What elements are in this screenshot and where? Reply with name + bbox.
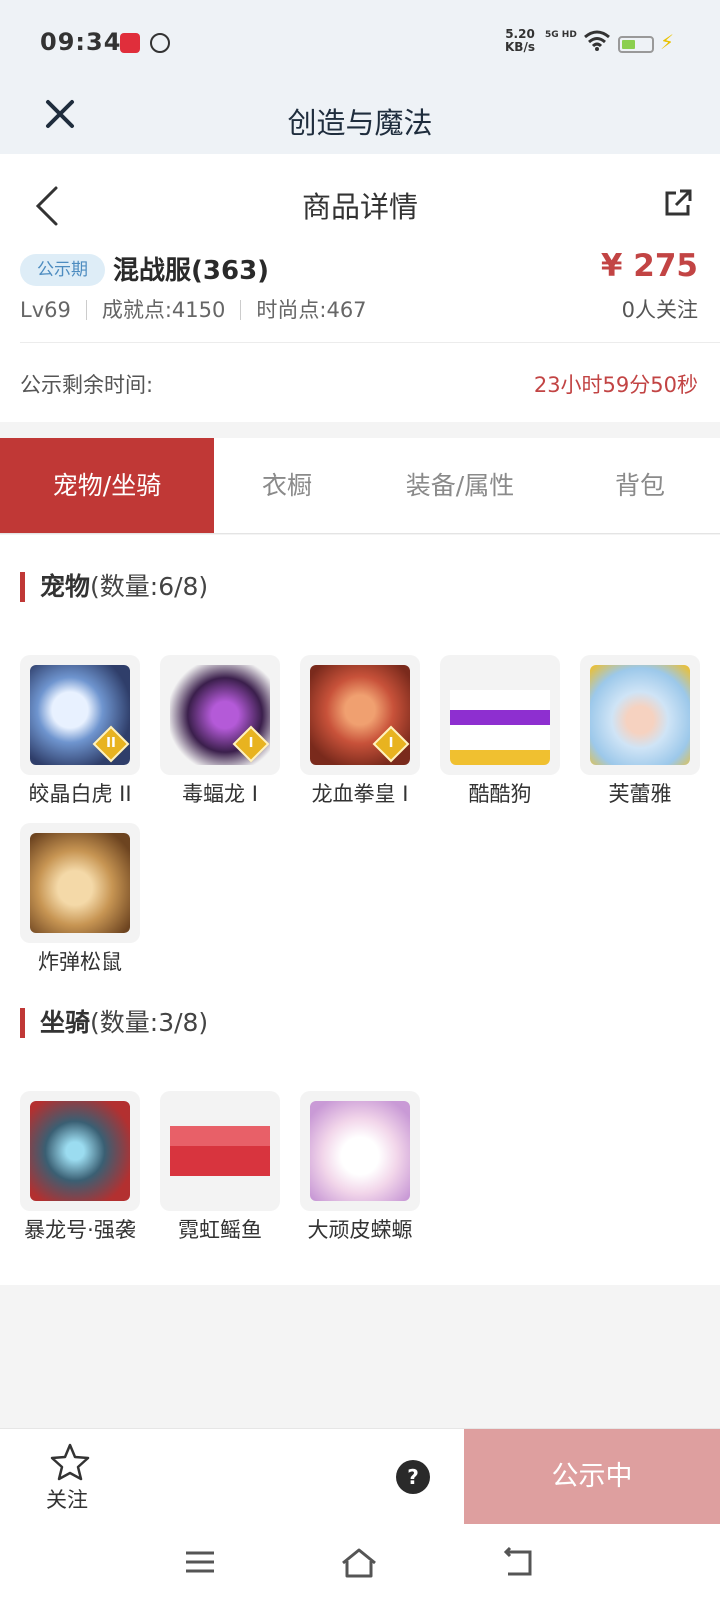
- follow-label[interactable]: 关注: [46, 1484, 88, 1514]
- tab-backpack[interactable]: 背包: [560, 438, 720, 533]
- action-bar: 关注 ? 公示中: [0, 1428, 720, 1525]
- mount-image: [310, 1101, 410, 1201]
- sync-icon: [150, 33, 170, 53]
- level: Lv69: [20, 298, 71, 322]
- status-button[interactable]: 公示中: [464, 1429, 720, 1525]
- pet-thumb: II: [20, 655, 140, 775]
- battery-icon: [618, 36, 654, 53]
- mount-card[interactable]: 大顽皮蝾螈: [300, 1091, 420, 1245]
- pet-thumb: [440, 655, 560, 775]
- mounts-section-title: 坐骑(数量:3/8): [20, 1008, 208, 1038]
- mount-name: 大顽皮蝾螈: [307, 1218, 413, 1242]
- webview-titlebar: 创造与魔法: [0, 80, 720, 154]
- page-title: 商品详情: [301, 190, 418, 224]
- account-meta: Lv69 成就点:4150 时尚点:467: [20, 294, 367, 324]
- system-nav-bar: [0, 1524, 720, 1608]
- help-icon[interactable]: ?: [396, 1460, 430, 1494]
- mount-card[interactable]: 暴龙号·强袭: [20, 1091, 140, 1245]
- mount-name: 暴龙号·强袭: [24, 1218, 136, 1242]
- status-bar: 09:34 5.20 KB/s 5G HD ⚡: [0, 0, 720, 80]
- price: ¥ 275: [600, 248, 698, 284]
- tab-pets-mounts[interactable]: 宠物/坐骑: [0, 438, 214, 533]
- pet-name: 酷酷狗: [468, 782, 532, 806]
- pet-name: 炸弹松鼠: [38, 950, 122, 974]
- tab-content: 宠物(数量:6/8) II 皎晶白虎 II I 毒蝠龙 I I 龙血拳皇 I 酷…: [0, 535, 720, 1285]
- pet-thumb: [580, 655, 700, 775]
- tab-bar: 宠物/坐骑 衣橱 装备/属性 背包: [0, 438, 720, 534]
- network-speed: 5.20 KB/s: [505, 28, 535, 54]
- achievement-points: 成就点:4150: [101, 298, 226, 322]
- pet-card[interactable]: I 毒蝠龙 I: [160, 655, 280, 809]
- pets-title: 宠物: [40, 572, 91, 601]
- charging-icon: ⚡: [660, 30, 675, 54]
- pet-name: 芙蕾雅: [608, 782, 672, 806]
- status-time: 09:34: [40, 28, 122, 56]
- divider: [85, 300, 87, 320]
- divider: [20, 342, 720, 343]
- star-icon[interactable]: [50, 1443, 90, 1481]
- pet-image: [450, 665, 550, 765]
- remaining-time-value: 23小时59分50秒: [533, 373, 698, 397]
- pet-card[interactable]: I 龙血拳皇 I: [300, 655, 420, 809]
- pet-card[interactable]: II 皎晶白虎 II: [20, 655, 140, 809]
- back-icon[interactable]: [502, 1546, 536, 1578]
- app-notification-icon: [120, 33, 140, 53]
- mount-name: 霓虹鳐鱼: [178, 1218, 262, 1242]
- pet-thumb: I: [300, 655, 420, 775]
- remaining-time-label: 公示剩余时间:: [20, 373, 154, 397]
- mounts-title: 坐骑: [40, 1008, 91, 1037]
- home-icon[interactable]: [340, 1546, 378, 1580]
- tab-wardrobe[interactable]: 衣橱: [214, 438, 360, 533]
- mounts-count: (数量:3/8): [90, 1008, 209, 1037]
- share-icon[interactable]: [662, 187, 694, 219]
- pet-image: [30, 833, 130, 933]
- pet-card[interactable]: 芙蕾雅: [580, 655, 700, 809]
- network-speed-unit: KB/s: [505, 40, 535, 54]
- mount-image: [30, 1101, 130, 1201]
- webview-title: 创造与魔法: [287, 106, 433, 140]
- pet-card[interactable]: 酷酷狗: [440, 655, 560, 809]
- mount-card[interactable]: 霓虹鳐鱼: [160, 1091, 280, 1245]
- mount-thumb: [160, 1091, 280, 1211]
- pets-section-title: 宠物(数量:6/8): [20, 572, 208, 602]
- pet-name: 皎晶白虎 II: [28, 782, 132, 806]
- pet-name: 毒蝠龙 I: [182, 782, 258, 806]
- fashion-points: 时尚点:467: [256, 298, 367, 322]
- pet-card[interactable]: 炸弹松鼠: [20, 823, 140, 977]
- network-type: 5G HD: [545, 30, 577, 40]
- pet-thumb: I: [160, 655, 280, 775]
- status-badge: 公示期: [20, 254, 105, 286]
- tab-equipment[interactable]: 装备/属性: [360, 438, 560, 533]
- listing-header: 商品详情 公示期 混战服(363) ¥ 275 Lv69 成就点:4150 时尚点:…: [0, 154, 720, 422]
- pets-count: (数量:6/8): [90, 572, 209, 601]
- server-name: 混战服(363): [113, 256, 270, 286]
- mount-thumb: [20, 1091, 140, 1211]
- pet-thumb: [20, 823, 140, 943]
- menu-icon[interactable]: [184, 1546, 216, 1578]
- pet-name: 龙血拳皇 I: [311, 782, 409, 806]
- followers-count: 0人关注: [621, 298, 698, 322]
- mount-thumb: [300, 1091, 420, 1211]
- wifi-icon: [584, 30, 610, 51]
- divider: [240, 300, 242, 320]
- mount-image: [170, 1101, 270, 1201]
- pet-image: [590, 665, 690, 765]
